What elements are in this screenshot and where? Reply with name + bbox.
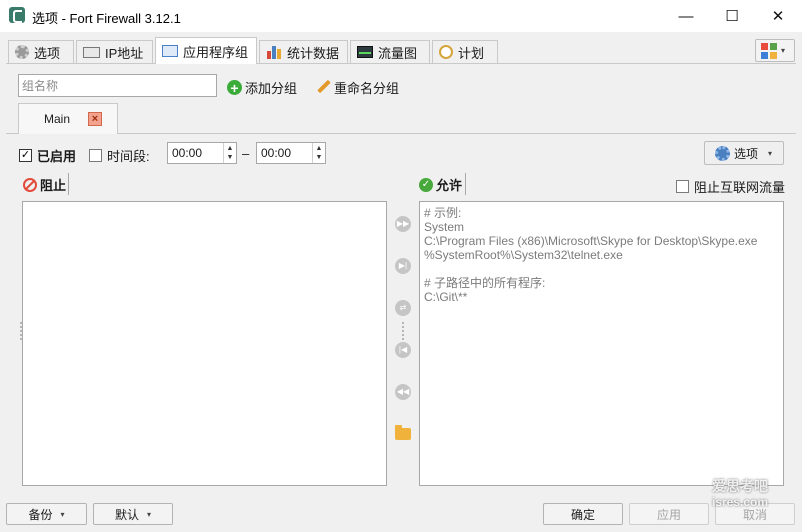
rename-group-label: 重命名分组 [334, 81, 400, 96]
move-all-left-icon[interactable]: ◀◀ [395, 384, 411, 400]
tab-schedule[interactable]: 计划 [432, 40, 498, 63]
period-label: 时间段: [107, 149, 150, 164]
tab-label: 流量图 [378, 45, 418, 61]
group-tab-divider [6, 133, 796, 134]
maximize-button[interactable]: ☐ [709, 0, 755, 32]
tab-label: 统计数据 [287, 45, 340, 61]
options-dropdown-button[interactable]: 选项 ▾ [704, 141, 784, 165]
minimize-icon: — [678, 7, 694, 25]
enabled-checkbox[interactable]: ✓ [19, 149, 32, 162]
close-group-tab-button[interactable]: × [88, 112, 102, 126]
add-group-button[interactable]: + 添加分组 [227, 78, 297, 97]
header-separator [465, 173, 466, 195]
move-right-icon[interactable]: ▶| [395, 258, 411, 274]
tab-label: 计划 [458, 45, 485, 61]
tab-statistics[interactable]: 统计数据 [259, 40, 348, 63]
allow-label: 允许 [436, 178, 463, 193]
tab-label: 应用程序组 [183, 44, 249, 60]
window-title: 选项 - Fort Firewall 3.12.1 [32, 11, 181, 26]
time-range-dash: – [242, 146, 250, 161]
default-button[interactable]: 默认 ▾ [93, 503, 173, 525]
block-header: 阻止 [23, 175, 66, 194]
time-to-value: 00:00 [261, 146, 292, 160]
header-separator [68, 173, 69, 195]
tab-app-groups[interactable]: 应用程序组 [155, 37, 257, 64]
watermark-line2: isres.com [712, 495, 769, 509]
block-internet-checkbox[interactable] [676, 180, 689, 193]
chevron-down-icon: ▾ [781, 46, 786, 55]
tab-options[interactable]: 选项 [8, 40, 74, 63]
watermark: 爱思考吧 isres.com [712, 478, 772, 524]
allowed-apps-text: # 示例: System C:\Program Files (x86)\Micr… [424, 206, 758, 304]
rename-group-button[interactable]: 重命名分组 [316, 78, 399, 97]
splitter-handle[interactable] [402, 322, 404, 340]
apply-label: 应用 [656, 507, 681, 522]
splitter-handle[interactable] [20, 322, 22, 340]
backup-button[interactable]: 备份 ▾ [6, 503, 87, 525]
close-window-button[interactable]: ✕ [755, 0, 801, 32]
clock-icon [439, 45, 453, 59]
spin-arrows-icon[interactable]: ▲ ▼ [223, 143, 236, 163]
spin-arrows-icon[interactable]: ▲ ▼ [312, 143, 325, 163]
tab-traffic-graph[interactable]: 流量图 [350, 40, 430, 63]
block-internet-label: 阻止互联网流量 [694, 180, 786, 195]
default-label: 默认 [114, 507, 139, 522]
tab-label: 选项 [34, 45, 61, 61]
time-to-spinbox[interactable]: 00:00 ▲ ▼ [256, 142, 326, 164]
block-icon [23, 177, 37, 192]
pencil-icon [316, 80, 331, 95]
move-all-right-icon[interactable]: ▶▶ [395, 216, 411, 232]
options-label: 选项 [734, 146, 759, 161]
ip-address-icon [83, 46, 100, 58]
backup-label: 备份 [28, 507, 53, 522]
enabled-checkbox-row[interactable]: ✓ 已启用 [19, 146, 76, 165]
watermark-line1: 爱思考吧 [712, 478, 768, 494]
swap-icon[interactable]: ⇄ [395, 300, 411, 316]
maximize-icon: ☐ [725, 8, 739, 25]
tab-ip-addresses[interactable]: IP地址 [76, 40, 153, 63]
gear-icon [715, 145, 730, 161]
gear-icon [15, 45, 29, 59]
layout-menu-button[interactable]: ▾ [755, 39, 795, 62]
app-group-icon [162, 45, 178, 57]
chevron-down-icon: ▾ [768, 148, 773, 158]
move-left-icon[interactable]: |◀ [395, 342, 411, 358]
traffic-graph-icon [357, 46, 373, 58]
check-circle-icon: ✓ [419, 177, 433, 192]
group-tab-label: Main [44, 112, 71, 126]
enabled-label: 已启用 [37, 149, 77, 164]
time-from-value: 00:00 [172, 146, 203, 160]
period-checkbox[interactable] [89, 149, 102, 162]
statistics-icon [266, 45, 282, 59]
period-checkbox-row[interactable]: 时间段: [89, 146, 150, 165]
ok-button[interactable]: 确定 [543, 503, 623, 525]
windows-grid-icon [761, 42, 777, 59]
blocked-apps-list[interactable] [22, 201, 387, 486]
allow-header: ✓ 允许 [419, 175, 462, 194]
ok-label: 确定 [570, 507, 595, 522]
block-label: 阻止 [40, 178, 67, 193]
fort-firewall-app-icon [9, 7, 25, 23]
minimize-button[interactable]: — [663, 0, 709, 32]
close-icon: ✕ [771, 8, 785, 25]
add-icon: + [227, 80, 242, 95]
folder-icon[interactable] [395, 425, 411, 440]
time-from-spinbox[interactable]: 00:00 ▲ ▼ [167, 142, 237, 164]
tab-label: IP地址 [105, 45, 144, 61]
chevron-down-icon: ▾ [147, 509, 152, 519]
group-name-input[interactable] [18, 74, 217, 97]
block-internet-row[interactable]: 阻止互联网流量 [676, 177, 785, 196]
apply-button[interactable]: 应用 [629, 503, 709, 525]
chevron-down-icon: ▾ [60, 509, 65, 519]
add-group-label: 添加分组 [245, 81, 298, 96]
